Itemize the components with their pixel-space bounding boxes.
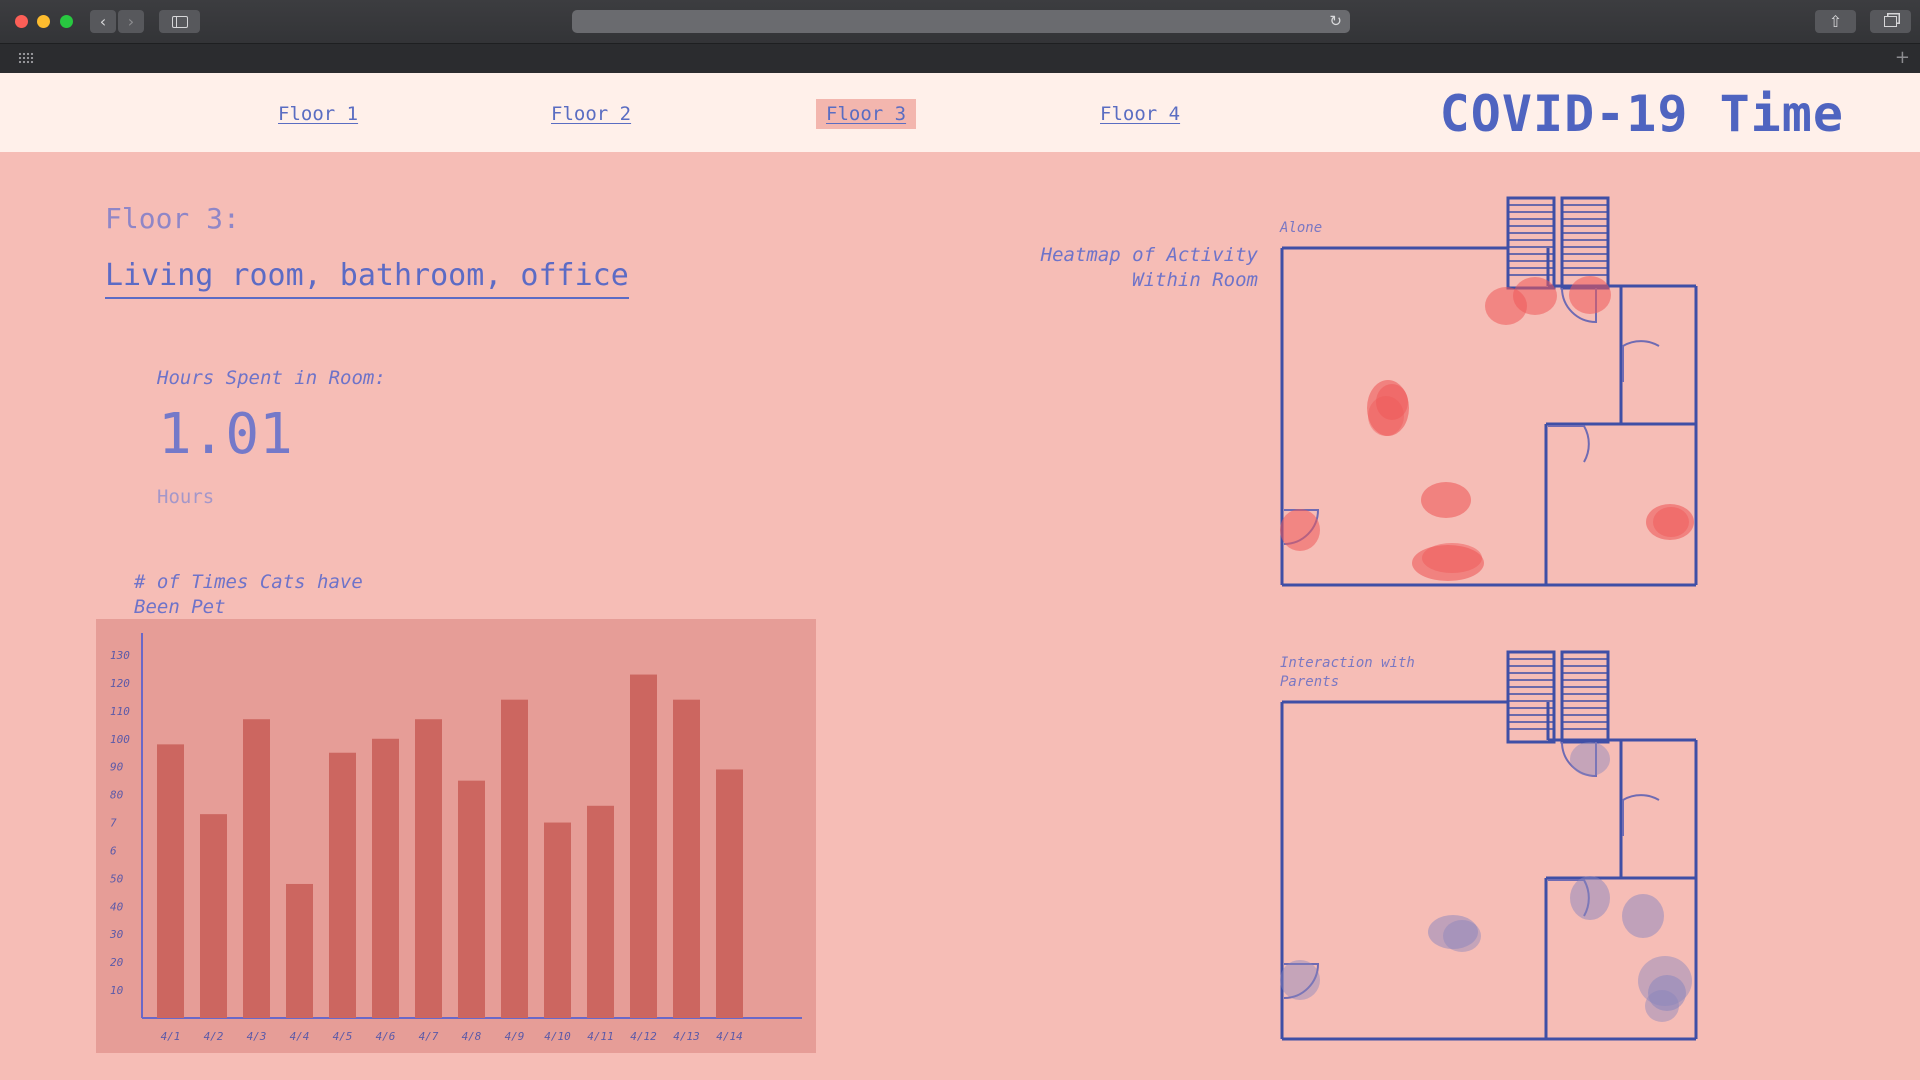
- browser-toolbar: ‹ › ↻ ⇧: [0, 0, 1920, 43]
- chevron-right-icon: ›: [127, 12, 135, 31]
- x-tick-label: 4/3: [247, 1030, 267, 1043]
- x-tick-label: 4/14: [716, 1030, 743, 1043]
- x-tick-label: 4/10: [544, 1030, 571, 1043]
- floor-label: Floor 3:: [105, 202, 240, 235]
- y-tick-label: 120: [110, 677, 130, 690]
- x-tick-label: 4/6: [376, 1030, 396, 1043]
- heat-blob: [1422, 543, 1482, 573]
- x-tick-label: 4/4: [290, 1030, 310, 1043]
- x-tick-label: 4/9: [505, 1030, 525, 1043]
- hours-label: Hours Spent in Room:: [157, 367, 386, 389]
- x-tick-label: 4/11: [587, 1030, 614, 1043]
- y-tick-label: 80: [110, 789, 124, 802]
- door-icon: [1548, 425, 1590, 463]
- heat-blob: [1421, 482, 1471, 518]
- rooms-label: Living room, bathroom, office: [105, 258, 629, 299]
- bar: [243, 719, 270, 1018]
- x-tick-label: 4/12: [630, 1030, 657, 1043]
- hours-unit: Hours: [157, 486, 215, 508]
- share-button[interactable]: ⇧: [1815, 10, 1856, 33]
- y-tick-label: 20: [110, 956, 124, 969]
- bar: [501, 699, 528, 1018]
- y-tick-label: 30: [109, 928, 124, 941]
- minimize-window-button[interactable]: [37, 15, 50, 28]
- floorplan-parents: [1280, 650, 1698, 1041]
- tabs-icon: [1884, 16, 1897, 27]
- heat-blob: [1513, 277, 1557, 315]
- favorites-bar: +: [0, 43, 1920, 74]
- sidebar-toggle-button[interactable]: [159, 10, 200, 33]
- heat-blob: [1570, 876, 1610, 920]
- address-bar[interactable]: ↻: [572, 10, 1350, 33]
- back-button[interactable]: ‹: [90, 10, 116, 33]
- y-tick-label: 100: [110, 733, 130, 746]
- y-tick-label: 7: [110, 817, 117, 830]
- y-tick-label: 130: [110, 649, 130, 662]
- y-tick-label: 40: [110, 900, 124, 913]
- tabs-overview-button[interactable]: [1870, 10, 1911, 33]
- nav-floor-2[interactable]: Floor 2: [541, 99, 641, 129]
- heat-blob: [1443, 920, 1481, 952]
- share-icon: ⇧: [1828, 12, 1843, 31]
- new-tab-icon[interactable]: +: [1895, 47, 1910, 68]
- nav-floor-3[interactable]: Floor 3: [816, 99, 917, 129]
- door-icon: [1622, 340, 1660, 382]
- sidebar-icon: [171, 15, 188, 28]
- bar: [458, 780, 485, 1018]
- bar: [372, 738, 399, 1018]
- nav-floor-4[interactable]: Floor 4: [1090, 99, 1190, 129]
- nav-floor-1[interactable]: Floor 1: [268, 99, 368, 129]
- x-tick-label: 4/8: [462, 1030, 482, 1043]
- heat-blob: [1376, 384, 1408, 420]
- apps-grid-icon[interactable]: [18, 52, 34, 64]
- bar: [157, 744, 184, 1018]
- bar: [200, 814, 227, 1018]
- heat-blob: [1280, 960, 1320, 1000]
- heat-blob: [1622, 894, 1664, 938]
- bar: [673, 699, 700, 1018]
- door-icon: [1622, 794, 1660, 836]
- site-nav: Floor 1 Floor 2 Floor 3 Floor 4 COVID-19…: [0, 73, 1920, 152]
- x-tick-label: 4/1: [161, 1030, 181, 1043]
- floorplan-alone: [1280, 196, 1698, 587]
- chevron-left-icon: ‹: [99, 12, 107, 31]
- bar: [544, 822, 571, 1018]
- y-tick-label: 10: [110, 984, 124, 997]
- bar: [415, 719, 442, 1018]
- x-tick-label: 4/5: [333, 1030, 353, 1043]
- heat-blob: [1645, 990, 1679, 1022]
- bar: [329, 752, 356, 1018]
- site-title: COVID-19 Time: [1439, 85, 1844, 143]
- bar-chart-svg: 10 20 30 40 50 6 7 80 90 100 110 120 130 4/1 4/2 4/3 4/4…: [109, 633, 802, 1043]
- maximize-window-button[interactable]: [60, 15, 73, 28]
- bar: [630, 674, 657, 1018]
- chart-title: # of Times Cats have Been Pet: [134, 571, 363, 618]
- bar: [587, 805, 614, 1018]
- pet-count-chart: 10 20 30 40 50 6 7 80 90 100 110 120 130 4/1 4/2 4/3 4/4…: [96, 619, 816, 1053]
- x-tick-label: 4/7: [419, 1030, 439, 1043]
- y-tick-label: 50: [110, 872, 124, 885]
- reload-icon[interactable]: ↻: [1329, 12, 1342, 30]
- heat-blob: [1653, 507, 1689, 537]
- bar: [716, 769, 743, 1018]
- x-tick-label: 4/2: [204, 1030, 224, 1043]
- x-tick-label: 4/13: [673, 1030, 700, 1043]
- heatmap-heading: Heatmap of Activity Within Room: [1040, 244, 1258, 291]
- heat-blob: [1570, 742, 1610, 776]
- heat-blob: [1569, 276, 1611, 314]
- bar: [286, 883, 313, 1018]
- y-tick-label: 110: [110, 705, 130, 718]
- heat-blob: [1280, 509, 1320, 551]
- y-tick-label: 90: [110, 761, 124, 774]
- forward-button[interactable]: ›: [118, 10, 144, 33]
- hours-value: 1.01: [158, 402, 293, 467]
- y-tick-label: 6: [110, 844, 117, 857]
- close-window-button[interactable]: [15, 15, 28, 28]
